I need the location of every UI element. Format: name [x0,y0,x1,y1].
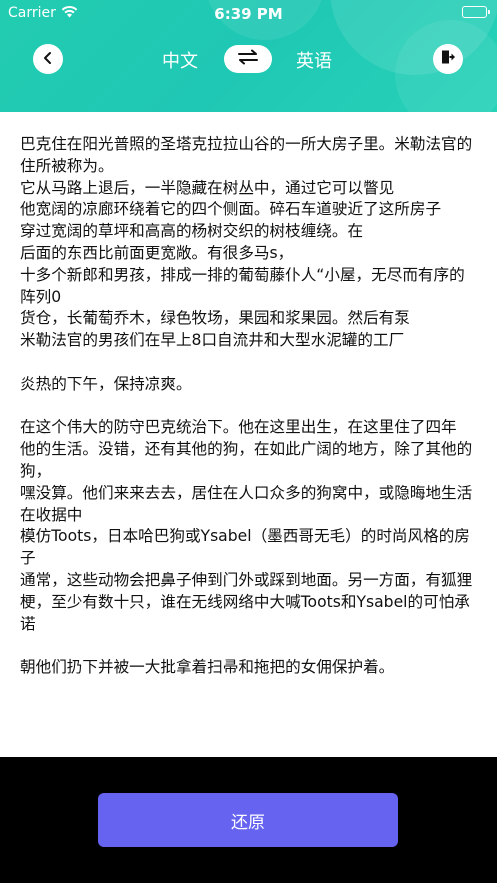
bottom-bar: 还原 [0,757,497,883]
swap-arrows-icon [237,49,259,69]
text-paragraph: 在这个伟大的防守巴克统治下。他在这里出生，在这里住了四年 他的生活。没错，还有其… [20,418,473,633]
chevron-left-icon [41,50,55,69]
text-paragraph: 巴克住在阳光普照的圣塔克拉拉山谷的一所大房子里。米勒法官的住所被称为。 它从马路… [20,135,473,350]
text-paragraph: 炎热的下午，保持凉爽。 [20,374,192,393]
back-button[interactable] [33,44,63,74]
exit-button[interactable] [433,44,463,74]
nav-bar: 中文 英语 [0,40,497,78]
translation-text-area: 巴克住在阳光普照的圣塔克拉拉山谷的一所大房子里。米勒法官的住所被称为。 它从马路… [0,112,497,757]
status-time: 6:39 PM [214,5,283,23]
status-bar: Carrier 6:39 PM [0,0,497,26]
target-language-label[interactable]: 英语 [296,47,332,73]
battery-icon [462,6,490,18]
header: Carrier 6:39 PM 中文 英语 [0,0,497,112]
swap-language-button[interactable] [224,45,272,73]
exit-icon [440,49,456,69]
text-paragraph: 朝他们扔下并被一大批拿着扫帚和拖把的女佣保护着。 [20,658,395,677]
restore-button[interactable]: 还原 [98,793,398,847]
source-language-label[interactable]: 中文 [162,47,198,73]
